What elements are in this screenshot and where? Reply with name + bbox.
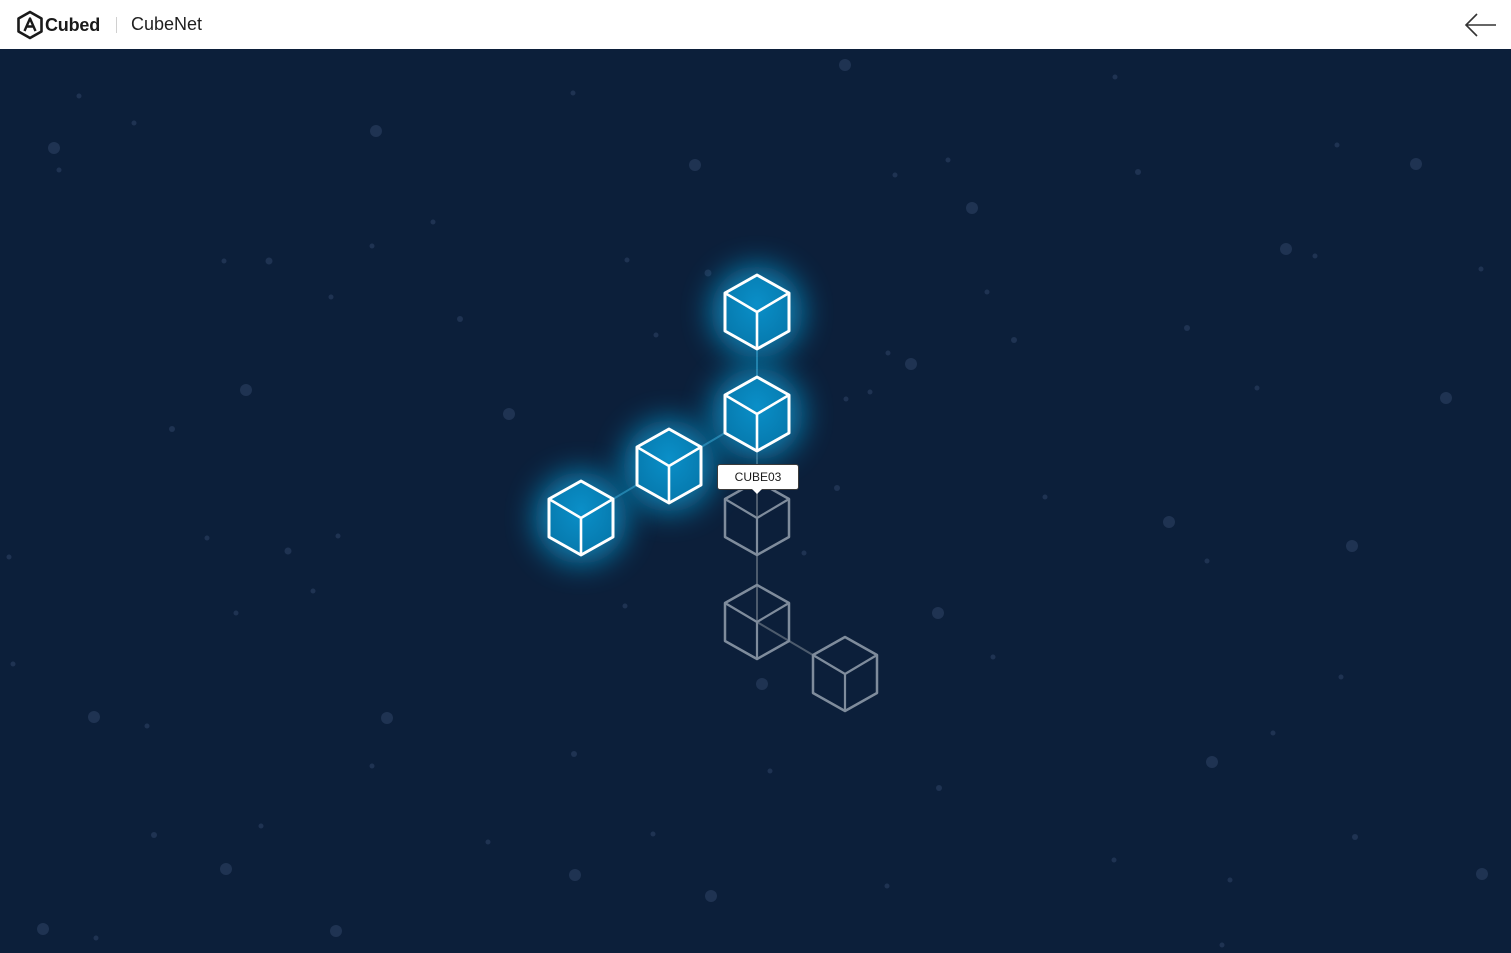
network-cubes bbox=[547, 273, 879, 713]
cube-tooltip: CUBE03 bbox=[717, 464, 799, 490]
cube-4[interactable] bbox=[547, 479, 615, 557]
network-edges bbox=[580, 312, 846, 675]
cube-2[interactable] bbox=[723, 375, 791, 453]
cube-7[interactable] bbox=[811, 635, 879, 713]
header-divider bbox=[116, 17, 117, 33]
hexagon-a-logo-icon bbox=[17, 10, 43, 40]
brand-logo[interactable]: Cubed bbox=[16, 9, 100, 41]
back-arrow-icon[interactable] bbox=[1462, 11, 1498, 39]
app-title: CubeNet bbox=[131, 14, 203, 34]
tooltip-pointer bbox=[751, 488, 763, 494]
network-canvas bbox=[6, 59, 1488, 948]
cube-3[interactable] bbox=[635, 427, 703, 505]
top-bar: Cubed CubeNet bbox=[0, 0, 1511, 49]
brand-name: Cubed bbox=[45, 14, 100, 35]
background-stars bbox=[6, 59, 1488, 948]
cube-1[interactable] bbox=[723, 273, 791, 351]
